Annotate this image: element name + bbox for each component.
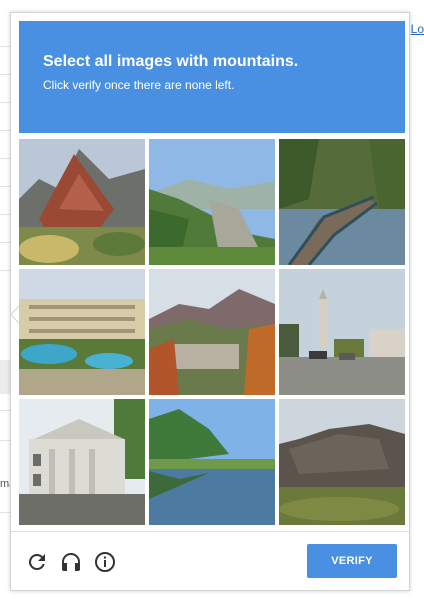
image-tile-9[interactable]	[279, 399, 405, 525]
prompt-prefix: Select all images with	[43, 53, 213, 70]
image-tile-7[interactable]	[19, 399, 145, 525]
tile-6-image	[279, 269, 405, 395]
challenge-instruction: Click verify once there are none left.	[43, 78, 235, 92]
prompt-keyword: mountains.	[212, 53, 299, 70]
image-grid	[19, 139, 405, 525]
tile-5-image	[149, 269, 275, 395]
tile-7-image	[19, 399, 145, 525]
info-icon[interactable]	[93, 550, 117, 574]
challenge-prompt: Select all images with mountains.	[43, 52, 381, 72]
bg-login-link[interactable]: Lo	[411, 22, 424, 36]
image-tile-4[interactable]	[19, 269, 145, 395]
verify-button[interactable]: VERIFY	[307, 544, 397, 578]
tile-8-image	[149, 399, 275, 525]
tile-3-image	[279, 139, 405, 265]
challenge-footer: VERIFY	[11, 531, 409, 592]
tile-9-image	[279, 399, 405, 525]
tile-1-image	[19, 139, 145, 265]
reload-icon[interactable]	[25, 550, 49, 574]
image-tile-3[interactable]	[279, 139, 405, 265]
image-tile-6[interactable]	[279, 269, 405, 395]
image-tile-5[interactable]	[149, 269, 275, 395]
captcha-challenge: Select all images with mountains. Click …	[9, 12, 410, 592]
tile-4-image	[19, 269, 145, 395]
tile-2-image	[149, 139, 275, 265]
challenge-header: Select all images with mountains. Click …	[19, 21, 405, 133]
headphones-icon[interactable]	[59, 550, 83, 574]
image-tile-2[interactable]	[149, 139, 275, 265]
image-tile-8[interactable]	[149, 399, 275, 525]
image-tile-1[interactable]	[19, 139, 145, 265]
